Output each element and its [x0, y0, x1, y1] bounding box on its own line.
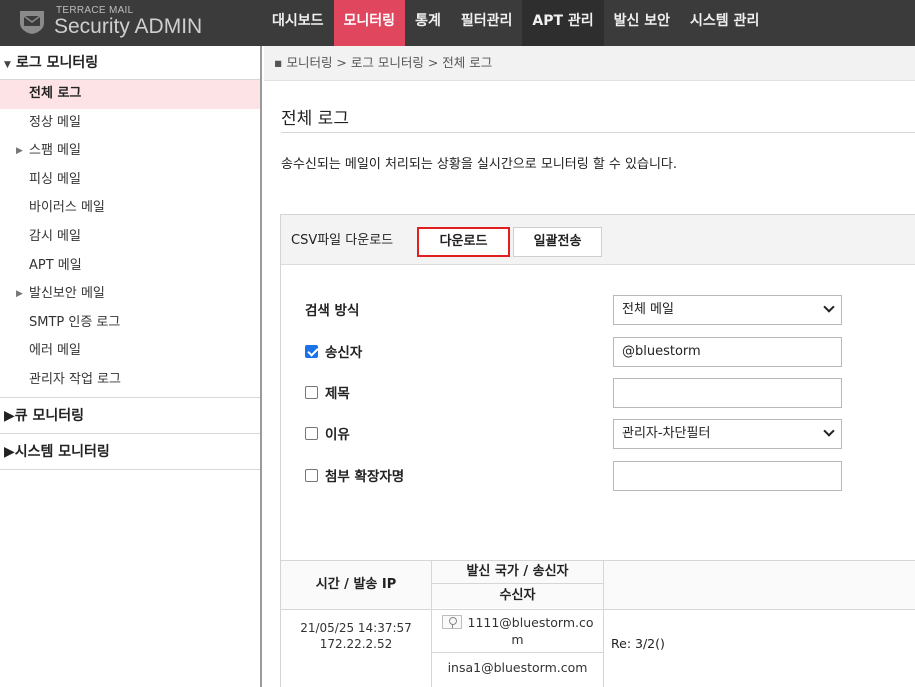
sidebar-item-admin-work-log[interactable]: 관리자 작업 로그 — [0, 366, 260, 395]
nav-dashboard[interactable]: 대시보드 — [262, 0, 334, 46]
main-nav: 대시보드 모니터링 통계 필터관리 APT 관리 발신 보안 시스템 관리 — [262, 0, 769, 46]
section-label: 큐 모니터링 — [14, 407, 85, 424]
label-text: 검색 방식 — [305, 303, 360, 319]
row-time: 21/05/25 14:37:57 — [300, 621, 412, 635]
input-value: @bluestorm — [622, 344, 701, 359]
nav-filter-management[interactable]: 필터관리 — [451, 0, 523, 46]
sender-label: 송신자 — [305, 341, 362, 361]
attachment-ext-checkbox[interactable] — [305, 468, 318, 482]
sidebar-item-label: 스팸 메일 — [29, 143, 81, 159]
sidebar-item-label: 관리자 작업 로그 — [29, 371, 121, 387]
subject-checkbox[interactable] — [305, 385, 318, 399]
nav-statistics[interactable]: 통계 — [405, 0, 451, 46]
csv-download-label: CSV파일 다운로드 — [291, 233, 394, 248]
row-time-ip: 21/05/25 14:37:57 172.22.2.52 — [281, 620, 431, 652]
triangle-right-icon: ▶ — [16, 146, 23, 157]
reason-checkbox[interactable] — [305, 426, 318, 440]
page-title: 전체 로그 — [281, 109, 349, 129]
column-header-time-ip: 시간 / 발송 IP — [281, 561, 431, 609]
country-flag-icon — [441, 615, 462, 629]
sidebar: ▼ 로그 모니터링 전체 로그 정상 메일 ▶ 스팸 메일 피싱 메일 바이러스 메… — [0, 46, 262, 687]
sidebar-item-label: APT 메일 — [29, 257, 82, 273]
subject-input[interactable] — [613, 378, 842, 408]
column-header-recipient: 수신자 — [432, 584, 603, 608]
sidebar-item-label: SMTP 인증 로그 — [29, 314, 121, 330]
sidebar-section-system-monitoring[interactable]: ▶시스템 모니터링 — [0, 434, 260, 470]
row-subject: Re: 3/2() — [611, 636, 665, 651]
subject-label: 제목 — [305, 382, 350, 402]
triangle-right-icon: ▶ — [4, 407, 15, 424]
reason-label: 이유 — [305, 423, 350, 443]
triangle-down-icon: ▼ — [4, 60, 11, 70]
sidebar-item-error-mail[interactable]: 에러 메일 — [0, 337, 260, 366]
chevron-down-icon — [823, 425, 835, 437]
sidebar-item-label: 전체 로그 — [29, 86, 82, 101]
label-text: 송신자 — [325, 345, 363, 361]
row-recipient: insa1@bluestorm.com — [447, 660, 588, 675]
sidebar-item-phishing-mail[interactable]: 피싱 메일 — [0, 166, 260, 195]
sidebar-item-all-log[interactable]: 전체 로그 — [0, 80, 260, 109]
nav-system-management[interactable]: 시스템 관리 — [680, 0, 769, 46]
nav-monitoring[interactable]: 모니터링 — [333, 0, 406, 46]
sidebar-item-normal-mail[interactable]: 정상 메일 — [0, 109, 260, 138]
column-divider — [603, 560, 604, 687]
row-sender-wrap: m — [511, 632, 524, 647]
sidebar-item-outbound-security-mail[interactable]: ▶ 발신보안 메일 — [0, 280, 260, 309]
attachment-ext-input[interactable] — [613, 461, 842, 491]
column-header-blank — [604, 561, 915, 609]
sidebar-section-queue-monitoring[interactable]: ▶큐 모니터링 — [0, 398, 260, 434]
sidebar-item-label: 에러 메일 — [29, 343, 81, 359]
sender-input[interactable]: @bluestorm — [613, 337, 842, 367]
row-sender-text: 1111@bluestorm.co — [467, 615, 594, 630]
sidebar-item-label: 감시 메일 — [29, 228, 81, 244]
sidebar-item-label: 피싱 메일 — [29, 171, 81, 187]
header-bottom-line — [281, 609, 915, 610]
logo[interactable]: TERRACE MAIL Security ADMIN — [18, 5, 258, 41]
nav-apt-management[interactable]: APT 관리 — [522, 0, 604, 46]
sidebar-item-label: 정상 메일 — [29, 114, 81, 130]
section-label: 시스템 모니터링 — [14, 443, 110, 460]
triangle-right-icon: ▶ — [4, 443, 15, 460]
search-panel: CSV파일 다운로드 다운로드 일괄전송 검색 방식 전체 메일 송신자 @bl… — [280, 214, 915, 687]
breadcrumb: ▪ 모니터링 > 로그 모니터링 > 전체 로그 — [264, 46, 915, 81]
top-bar: TERRACE MAIL Security ADMIN 대시보드 모니터링 통계… — [0, 0, 915, 46]
panel-toolbar: CSV파일 다운로드 다운로드 일괄전송 — [281, 215, 915, 265]
sidebar-section-log-monitoring[interactable]: ▼ 로그 모니터링 — [0, 46, 260, 80]
sidebar-item-apt-mail[interactable]: APT 메일 — [0, 252, 260, 281]
row-sender: 1111@bluestorm.co m — [432, 614, 603, 648]
title-divider — [281, 132, 915, 133]
sidebar-item-watch-mail[interactable]: 감시 메일 — [0, 223, 260, 252]
sidebar-item-smtp-auth-log[interactable]: SMTP 인증 로그 — [0, 309, 260, 338]
download-button[interactable]: 다운로드 — [417, 227, 510, 257]
sidebar-item-spam-mail[interactable]: ▶ 스팸 메일 — [0, 137, 260, 166]
bulk-send-button[interactable]: 일괄전송 — [513, 227, 602, 257]
sender-checkbox[interactable] — [305, 344, 318, 358]
label-text: 이유 — [325, 427, 350, 443]
reason-select[interactable]: 관리자-차단필터 — [613, 419, 842, 449]
label-text: 제목 — [325, 386, 350, 402]
label-text: 첨부 확장자명 — [325, 469, 405, 485]
select-value: 전체 메일 — [622, 302, 674, 317]
sidebar-log-list: 전체 로그 정상 메일 ▶ 스팸 메일 피싱 메일 바이러스 메일 감시 메일 A… — [0, 80, 260, 398]
column-header-sender: 발신 국가 / 송신자 — [432, 561, 603, 583]
sidebar-item-label: 바이러스 메일 — [29, 200, 105, 216]
sidebar-item-virus-mail[interactable]: 바이러스 메일 — [0, 194, 260, 223]
search-method-label: 검색 방식 — [305, 299, 359, 319]
sidebar-item-label: 발신보안 메일 — [29, 286, 105, 302]
section-label: 로그 모니터링 — [16, 55, 99, 71]
main-content: ▪ 모니터링 > 로그 모니터링 > 전체 로그 전체 로그 송수신되는 메일이… — [264, 46, 915, 687]
logo-title: Security ADMIN — [54, 15, 203, 38]
chevron-down-icon — [823, 301, 835, 313]
attachment-ext-label: 첨부 확장자명 — [305, 465, 404, 485]
page-description: 송수신되는 메일이 처리되는 상황을 실시간으로 모니터링 할 수 있습니다. — [281, 157, 677, 172]
triangle-right-icon: ▶ — [16, 289, 23, 300]
row-ip: 172.22.2.52 — [319, 637, 393, 651]
select-value: 관리자-차단필터 — [622, 426, 711, 441]
search-method-select[interactable]: 전체 메일 — [613, 295, 842, 325]
nav-outbound-security[interactable]: 발신 보안 — [604, 0, 680, 46]
shield-mail-icon — [20, 11, 44, 34]
